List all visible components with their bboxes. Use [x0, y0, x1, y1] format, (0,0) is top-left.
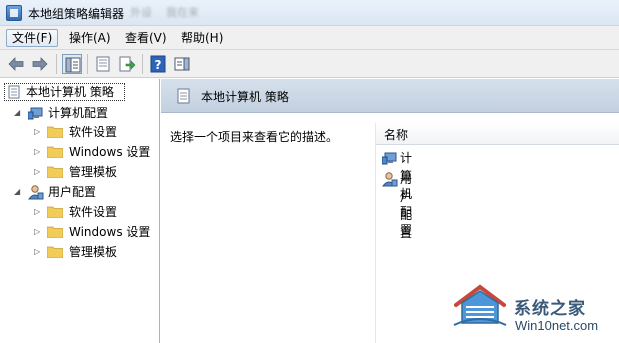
collapsed-arrow-icon[interactable]: ▷ [34, 228, 42, 236]
menu-help[interactable]: 帮助(H) [176, 29, 228, 47]
folder-icon [47, 206, 63, 218]
menu-action[interactable]: 操作(A) [64, 29, 116, 47]
policy-document-icon [8, 85, 20, 99]
description-text: 选择一个项目来查看它的描述。 [170, 130, 339, 144]
menu-view[interactable]: 查看(V) [120, 29, 172, 47]
properties-icon[interactable] [93, 54, 113, 74]
collapsed-arrow-icon[interactable]: ▷ [34, 208, 42, 216]
tree-item-label: 管理模板 [69, 245, 118, 259]
folder-icon [47, 146, 63, 158]
export-list-icon[interactable] [117, 54, 137, 74]
collapsed-arrow-icon[interactable]: ▷ [34, 248, 42, 256]
column-header-label: 名称 [384, 128, 409, 142]
help-icon[interactable]: ? [148, 54, 168, 74]
tree-item-label: 用户配置 [48, 185, 97, 199]
tree-item-label: Windows 设置 [69, 145, 151, 159]
toolbar-separator [56, 54, 57, 74]
folder-icon [47, 246, 63, 258]
tree-root-label: 本地计算机 策略 [26, 85, 114, 99]
detail-header: 本地计算机 策略 [161, 79, 619, 113]
list-item-label: 用户配置 [400, 172, 413, 240]
watermark-text: 系统之家 [514, 299, 586, 319]
collapsed-arrow-icon[interactable]: ▷ [34, 168, 42, 176]
menu-file[interactable]: 文件(F) [6, 29, 59, 47]
window-title: 本地组策略编辑器 [28, 7, 125, 21]
background-tab: 我在来 [166, 6, 199, 19]
user-config-icon [382, 172, 398, 187]
user-config-icon [28, 185, 44, 200]
folder-icon [47, 126, 63, 138]
watermark-url: Win10net.com [515, 318, 599, 333]
svg-text:?: ? [155, 58, 162, 72]
menu-bar: 文件(F) 操作(A) 查看(V) 帮助(H) [0, 26, 619, 50]
title-bar: 本地组策略编辑器 外设 我在来 [0, 0, 619, 26]
forward-arrow-icon[interactable] [30, 54, 50, 74]
collapsed-arrow-icon[interactable]: ▷ [34, 148, 42, 156]
toolbar-separator [142, 54, 143, 74]
folder-icon [47, 226, 63, 238]
detail-header-title: 本地计算机 策略 [201, 90, 289, 104]
tree-item-label: 计算机配置 [48, 106, 109, 120]
computer-config-icon [28, 107, 43, 120]
console-tree: 本地计算机 策略 ◢ 计算机配置 ▷ 软件设置 ▷ Windows 设置 ▷ 管… [0, 79, 160, 343]
column-header-name[interactable]: 名称 [376, 123, 619, 145]
computer-config-icon [382, 152, 397, 165]
show-hide-console-tree-icon[interactable] [62, 54, 82, 74]
folder-icon [47, 166, 63, 178]
policy-editor-icon [6, 5, 22, 21]
tree-item-label: 管理模板 [69, 165, 118, 179]
tree-item-label: 软件设置 [69, 125, 118, 139]
background-tab: 外设 [130, 6, 152, 19]
tree-item-label: 软件设置 [69, 205, 118, 219]
tree-item-label: Windows 设置 [69, 225, 151, 239]
toolbar: ? [0, 50, 619, 78]
expanded-arrow-icon[interactable]: ◢ [14, 109, 22, 117]
toolbar-separator [87, 54, 88, 74]
action-pane-icon[interactable] [172, 54, 192, 74]
watermark-house-logo [453, 284, 507, 326]
collapsed-arrow-icon[interactable]: ▷ [34, 128, 42, 136]
background-tabs: 外设 我在来 [130, 4, 199, 20]
policy-document-icon [177, 88, 190, 104]
back-arrow-icon[interactable] [6, 54, 26, 74]
expanded-arrow-icon[interactable]: ◢ [14, 188, 22, 196]
